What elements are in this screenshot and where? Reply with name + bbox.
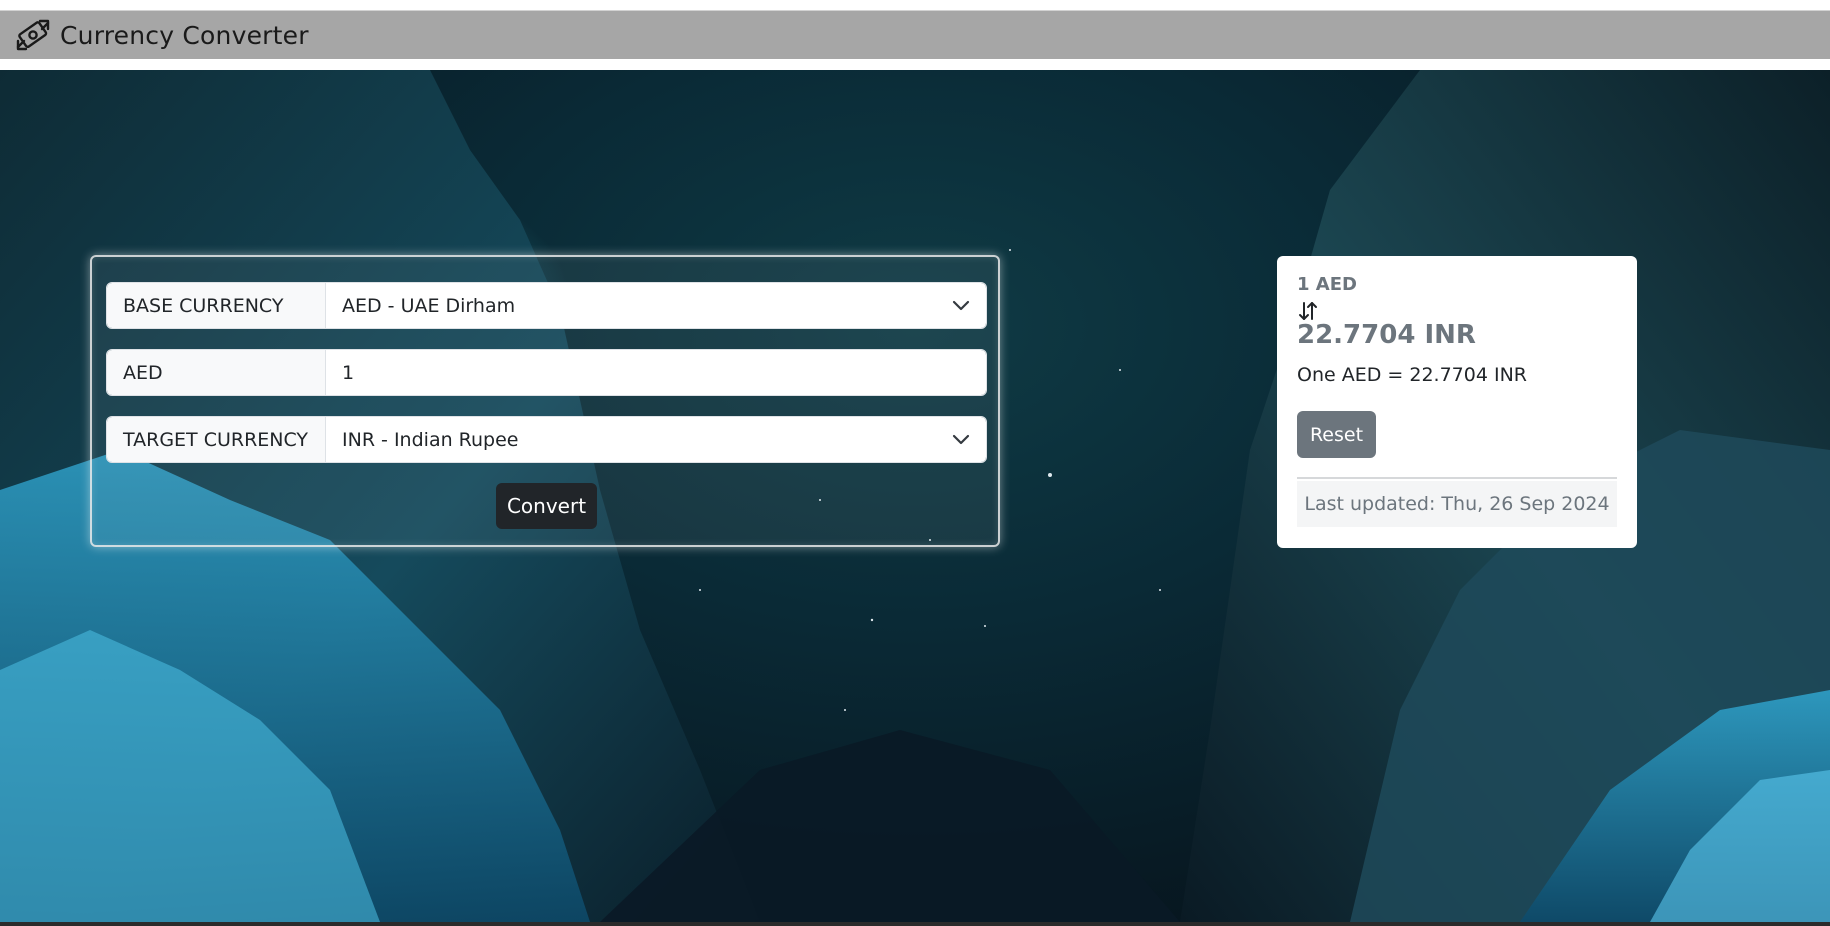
converter-form: BASE CURRENCY AED - UAE Dirham AED 1 TAR… — [90, 255, 1000, 547]
amount-currency-label: AED — [107, 350, 326, 395]
amount-value: 1 — [342, 361, 355, 384]
last-updated-text: Last updated: Thu, 26 Sep 2024 — [1297, 481, 1617, 527]
base-currency-value: AED - UAE Dirham — [342, 294, 516, 317]
divider — [1297, 477, 1617, 479]
target-currency-select[interactable]: INR - Indian Rupee — [326, 417, 986, 462]
app-page: Currency Converter BASE CURRENCY AED - U… — [0, 0, 1830, 926]
base-currency-group: BASE CURRENCY AED - UAE Dirham — [106, 282, 987, 329]
target-currency-label: TARGET CURRENCY — [107, 417, 326, 462]
exchange-rate-text: One AED = 22.7704 INR — [1297, 364, 1527, 386]
top-navbar: Currency Converter — [0, 10, 1830, 59]
chevron-down-icon — [952, 300, 970, 310]
amount-input[interactable]: 1 — [326, 350, 986, 395]
result-card: 1 AED 22.7704 INR One AED = 22.7704 INR … — [1277, 256, 1637, 548]
target-currency-value: INR - Indian Rupee — [342, 428, 519, 451]
target-currency-group: TARGET CURRENCY INR - Indian Rupee — [106, 416, 987, 463]
chevron-down-icon — [952, 434, 970, 444]
bottom-edge — [0, 922, 1830, 926]
app-title: Currency Converter — [60, 20, 309, 50]
currency-exchange-icon — [14, 16, 52, 54]
base-currency-select[interactable]: AED - UAE Dirham — [326, 283, 986, 328]
reset-button[interactable]: Reset — [1297, 411, 1376, 458]
from-amount: 1 AED — [1297, 274, 1357, 295]
amount-group: AED 1 — [106, 349, 987, 396]
to-amount: 22.7704 INR — [1297, 320, 1476, 350]
swap-vertical-icon — [1299, 302, 1317, 320]
base-currency-label: BASE CURRENCY — [107, 283, 326, 328]
convert-button[interactable]: Convert — [496, 483, 597, 529]
